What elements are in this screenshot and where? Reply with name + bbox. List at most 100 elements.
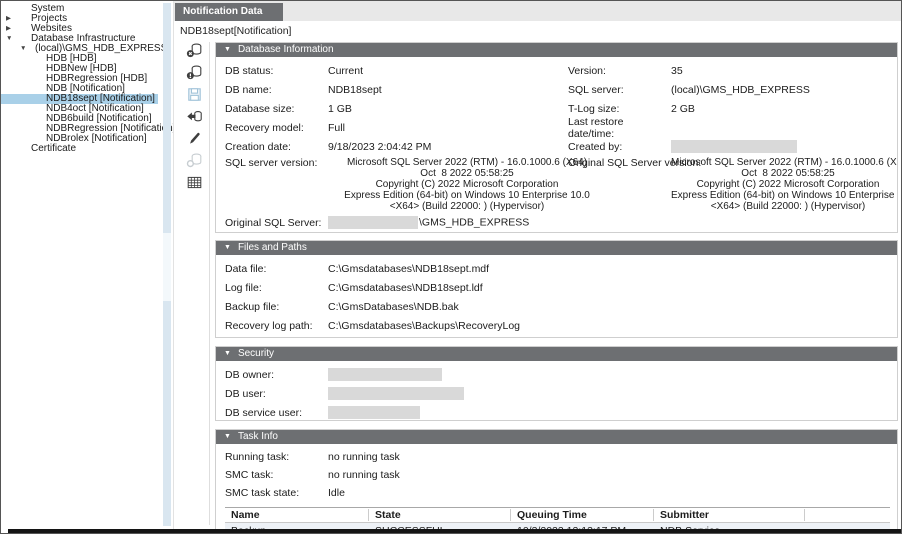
field-value: 2 GB [671, 103, 897, 115]
column-header-submitter[interactable]: Submitter [654, 509, 805, 521]
column-header-queuing-time[interactable]: Queuing Time [511, 509, 654, 521]
edit-database-button[interactable] [183, 132, 205, 149]
task-table: Name State Queuing Time Submitter Backup… [225, 507, 890, 529]
field-label: SQL server version: [225, 157, 328, 169]
window-bottom-edge [8, 529, 901, 533]
scrollbar-thumb[interactable] [163, 233, 171, 301]
field-label: DB service user: [225, 407, 328, 419]
field-row: Log file: C:\Gmsdatabases\NDB18sept.ldf [225, 278, 897, 297]
field-row: Original SQL Server: \GMS_HDB_EXPRESS [225, 213, 897, 232]
section-header-files-and-paths[interactable]: ▼ Files and Paths [216, 241, 897, 255]
field-value-redacted [671, 140, 897, 153]
field-row: DB status: Current Version: 35 [225, 61, 897, 80]
grid-icon [186, 174, 203, 196]
restore-database-button[interactable] [183, 110, 205, 127]
attach-database-button[interactable] [183, 66, 205, 83]
create-database-button[interactable] [183, 154, 205, 171]
field-label: DB owner: [225, 369, 328, 381]
tab-notification-data[interactable]: Notification Data [175, 3, 283, 21]
database-exclamation-icon [186, 64, 203, 86]
field-label: Database size: [225, 103, 328, 115]
chevron-right-icon[interactable]: ▶ [6, 14, 11, 24]
redacted-value [671, 140, 797, 153]
field-label: Log file: [225, 282, 328, 294]
save-backup-button[interactable] [183, 88, 205, 105]
field-value: 9/18/2023 2:04:42 PM [328, 141, 568, 153]
field-label: DB user: [225, 388, 328, 400]
field-label: DB name: [225, 84, 328, 96]
data-grid-button[interactable] [183, 176, 205, 193]
field-label: Last restore date/time: [568, 116, 671, 140]
redacted-value [328, 368, 442, 381]
field-row: Data file: C:\Gmsdatabases\NDB18sept.mdf [225, 259, 897, 278]
field-value-redacted [328, 368, 442, 381]
field-row: Creation date: 9/18/2023 2:04:42 PM Crea… [225, 137, 897, 156]
section-database-information: ▼ Database Information DB status: Curren… [215, 42, 898, 233]
section-files-and-paths: ▼ Files and Paths Data file: C:\Gmsdatab… [215, 240, 898, 338]
field-value: no running task [328, 451, 897, 463]
main-panel: Notification Data NDB18sept[Notification… [173, 1, 901, 533]
field-row: Database size: 1 GB T-Log size: 2 GB [225, 99, 897, 118]
field-value: C:\Gmsdatabases\NDB18sept.mdf [328, 263, 897, 275]
field-row: Backup file: C:\GmsDatabases\NDB.bak [225, 297, 897, 316]
database-restore-arrow-icon [186, 108, 203, 130]
field-label: Running task: [225, 451, 328, 463]
tree-item-ndbrolex[interactable]: NDBrolex [Notification] [1, 134, 163, 144]
redacted-value [328, 216, 418, 229]
database-toolbar [181, 44, 207, 198]
section-header-task-info[interactable]: ▼ Task Info [216, 430, 897, 444]
section-header-security[interactable]: ▼ Security [216, 347, 897, 361]
floppy-disk-icon [186, 86, 203, 108]
task-table-header: Name State Queuing Time Submitter [225, 507, 890, 523]
field-label: DB status: [225, 65, 328, 77]
field-value: Current [328, 65, 568, 77]
chevron-down-icon[interactable]: ▼ [6, 34, 12, 44]
collapse-triangle-icon: ▼ [224, 241, 231, 255]
field-value: C:\Gmsdatabases\NDB18sept.ldf [328, 282, 897, 294]
tree-scrollbar[interactable] [163, 3, 171, 526]
field-label: Data file: [225, 263, 328, 275]
detail-content: ▼ Database Information DB status: Curren… [215, 42, 898, 529]
field-row: Recovery model: Full Last restore date/t… [225, 118, 897, 137]
column-header-name[interactable]: Name [225, 509, 369, 521]
column-header-empty[interactable] [805, 509, 890, 521]
field-label: SMC task state: [225, 487, 328, 499]
field-value: no running task [328, 469, 897, 481]
tree-item-projects[interactable]: ▶Projects [1, 14, 163, 24]
field-row: DB service user: [225, 403, 897, 421]
toolbar-divider [209, 42, 210, 525]
field-label: Version: [568, 65, 671, 77]
section-header-database-information[interactable]: ▼ Database Information [216, 43, 897, 57]
pencil-icon [186, 130, 203, 152]
database-x-icon [186, 42, 203, 64]
redacted-value [328, 406, 420, 419]
field-label: SMC task: [225, 469, 328, 481]
field-value-redacted [328, 406, 420, 419]
field-value: 1 GB [328, 103, 568, 115]
field-label: Recovery model: [225, 122, 328, 134]
tree-item-system[interactable]: System [1, 4, 163, 14]
field-label: Recovery log path: [225, 320, 328, 332]
smc-window: System ▶Projects ▶Websites ▼Database Inf… [0, 0, 902, 534]
tree-item-certificate[interactable]: Certificate [1, 144, 163, 154]
original-sql-version-value: Microsoft SQL Server 2022 (RTM) - 16.0.1… [671, 157, 898, 212]
field-row: DB name: NDB18sept SQL server: (local)\G… [225, 80, 897, 99]
column-header-state[interactable]: State [369, 509, 511, 521]
delete-database-button[interactable] [183, 44, 205, 61]
field-label: SQL server: [568, 84, 671, 96]
field-value: Full [328, 122, 568, 134]
field-row: SMC task: no running task [225, 466, 897, 484]
chevron-down-icon[interactable]: ▼ [20, 44, 26, 54]
collapse-triangle-icon: ▼ [224, 347, 231, 361]
sql-version-row: SQL server version: Microsoft SQL Server… [225, 156, 897, 213]
field-label: Backup file: [225, 301, 328, 313]
field-value-redacted [328, 387, 464, 400]
section-task-info: ▼ Task Info Running task: no running tas… [215, 429, 898, 529]
field-value: 35 [671, 65, 897, 77]
field-row: Recovery log path: C:\Gmsdatabases\Backu… [225, 316, 897, 335]
field-label: T-Log size: [568, 103, 671, 115]
field-value: Idle [328, 487, 897, 499]
chevron-right-icon[interactable]: ▶ [6, 24, 11, 34]
field-value: NDB18sept [328, 84, 568, 96]
field-row: Running task: no running task [225, 448, 897, 466]
